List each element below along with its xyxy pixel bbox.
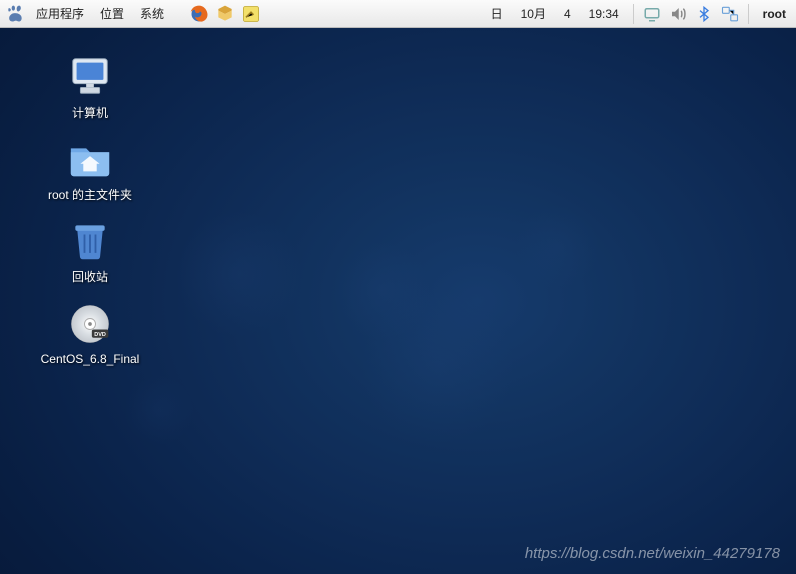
- gnome-main-menu-icon[interactable]: [4, 3, 26, 25]
- dvd-disc-icon: DVD: [66, 300, 114, 348]
- desktop-icon-trash[interactable]: 回收站: [30, 216, 150, 285]
- home-folder-icon: [66, 134, 114, 182]
- help-launcher-icon[interactable]: [214, 3, 236, 25]
- desktop-icon-label: CentOS_6.8_Final: [41, 352, 140, 366]
- computer-icon: [66, 52, 114, 100]
- places-menu[interactable]: 位置: [94, 2, 130, 25]
- trash-icon: [66, 216, 114, 264]
- panel-right: 日 10月 4 19:34 root: [485, 4, 792, 24]
- desktop-icon-label: 回收站: [72, 268, 108, 285]
- text-editor-launcher-icon[interactable]: [240, 3, 262, 25]
- network-icon[interactable]: [720, 4, 740, 24]
- panel-divider: [633, 4, 634, 24]
- user-menu[interactable]: root: [757, 7, 792, 21]
- clock-day[interactable]: 4: [558, 7, 577, 21]
- applications-menu[interactable]: 应用程序: [30, 2, 90, 25]
- display-applet-icon[interactable]: [642, 4, 662, 24]
- watermark-text: https://blog.csdn.net/weixin_44279178: [525, 545, 780, 562]
- svg-text:DVD: DVD: [94, 332, 106, 338]
- clock-time[interactable]: 19:34: [583, 7, 625, 21]
- desktop-icon-label: 计算机: [72, 104, 108, 121]
- system-menu[interactable]: 系统: [134, 2, 170, 25]
- top-panel: 应用程序 位置 系统 日 10月 4 19:34 root: [0, 0, 796, 28]
- clock-weekday[interactable]: 日: [485, 5, 509, 22]
- panel-divider: [748, 4, 749, 24]
- desktop-icon-disc[interactable]: DVD CentOS_6.8_Final: [30, 300, 150, 366]
- clock-month[interactable]: 10月: [515, 5, 552, 22]
- desktop-icon-home-folder[interactable]: root 的主文件夹: [30, 134, 150, 203]
- firefox-launcher-icon[interactable]: [188, 3, 210, 25]
- volume-icon[interactable]: [668, 4, 688, 24]
- desktop[interactable]: 计算机 root 的主文件夹 回收站: [0, 28, 796, 574]
- bluetooth-icon[interactable]: [694, 4, 714, 24]
- panel-left: 应用程序 位置 系统: [4, 2, 262, 25]
- desktop-icon-label: root 的主文件夹: [48, 186, 132, 203]
- desktop-icon-computer[interactable]: 计算机: [30, 52, 150, 121]
